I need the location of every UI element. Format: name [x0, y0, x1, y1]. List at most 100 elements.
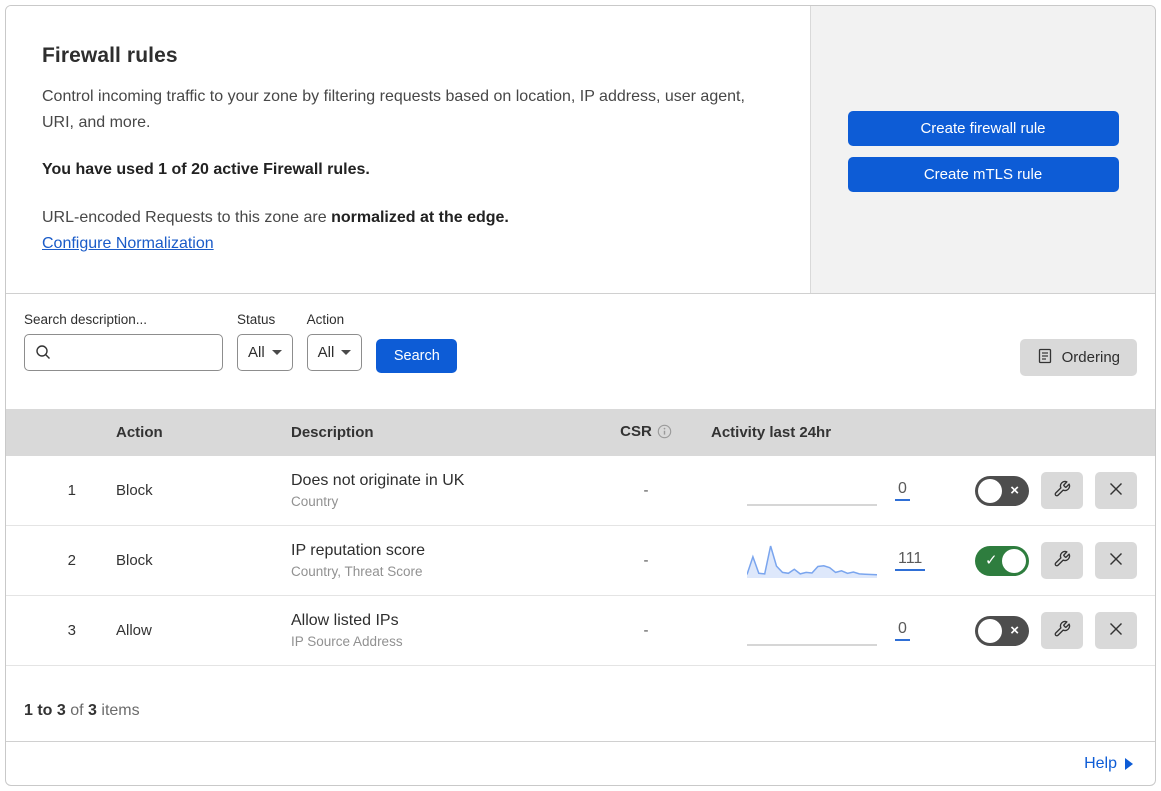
column-header-description: Description: [291, 424, 374, 441]
delete-rule-button[interactable]: [1095, 542, 1137, 579]
rule-priority: 2: [67, 552, 76, 569]
page-title: Firewall rules: [42, 44, 178, 67]
header-actions-panel: Create firewall rule Create mTLS rule: [810, 6, 1155, 293]
close-icon: [1108, 551, 1124, 570]
rule-csr-cell: -: [591, 552, 701, 570]
column-header-csr: CSR: [591, 423, 701, 443]
wrench-icon: [1053, 480, 1071, 501]
table-row: 3 Allow Allow listed IPs IP Source Addre…: [6, 596, 1155, 666]
rule-controls: × ✓: [945, 542, 1155, 579]
toggle-knob: [978, 618, 1002, 643]
rule-description-cell: Allow listed IPs IP Source Address: [271, 609, 591, 651]
header-section: Firewall rules Control incoming traffic …: [6, 6, 1155, 294]
rule-activity-cell: 0: [701, 472, 945, 510]
configure-normalization-link[interactable]: Configure Normalization: [42, 235, 214, 253]
search-group: Search description...: [24, 312, 223, 371]
pagination-summary: 1 to 3 of 3 items: [6, 666, 1155, 742]
status-filter-group: Status All: [237, 312, 293, 371]
normalization-bold: normalized at the edge.: [331, 208, 509, 226]
activity-count-link[interactable]: 111: [895, 550, 926, 571]
rule-csr-cell: -: [591, 622, 701, 640]
normalization-note: URL-encoded Requests to this zone are no…: [42, 209, 770, 227]
usage-summary: You have used 1 of 20 active Firewall ru…: [42, 160, 370, 178]
table-header-row: Action Description CSR Activity last 24h…: [6, 409, 1155, 456]
rule-action: Block: [116, 552, 153, 569]
ordering-list-icon: [1037, 348, 1053, 368]
activity-count-link[interactable]: 0: [895, 480, 910, 501]
action-dropdown[interactable]: All: [306, 334, 363, 371]
search-input[interactable]: [24, 334, 223, 371]
search-button[interactable]: Search: [376, 339, 458, 373]
help-label: Help: [1084, 754, 1117, 772]
delete-rule-button[interactable]: [1095, 472, 1137, 509]
status-label: Status: [237, 312, 276, 327]
rule-activity-cell: 111: [701, 542, 945, 580]
delete-rule-button[interactable]: [1095, 612, 1137, 649]
pagination-of: of: [65, 701, 89, 719]
pagination-range: 1 to 3: [24, 701, 66, 719]
firewall-rules-card: Firewall rules Control incoming traffic …: [5, 5, 1156, 786]
rule-activity-cell: 0: [701, 612, 945, 650]
toggle-on-icon: ✓: [985, 551, 998, 569]
search-icon: [35, 344, 51, 365]
status-dropdown-value: All: [248, 344, 265, 361]
action-dropdown-value: All: [317, 344, 335, 361]
info-icon[interactable]: [657, 424, 672, 443]
rule-criteria: Country, Threat Score: [291, 563, 423, 579]
rule-action: Block: [116, 482, 153, 499]
toggle-knob: [978, 478, 1002, 503]
rule-description: Allow listed IPs: [291, 612, 399, 630]
rule-priority: 3: [67, 622, 76, 639]
column-header-activity: Activity last 24hr: [711, 424, 832, 441]
rule-action: Allow: [116, 622, 152, 639]
status-dropdown[interactable]: All: [237, 334, 293, 371]
rule-priority: 1: [67, 482, 76, 499]
rule-description: IP reputation score: [291, 542, 426, 560]
csr-value: -: [643, 551, 649, 569]
create-firewall-rule-button[interactable]: Create firewall rule: [847, 111, 1119, 146]
edit-rule-button[interactable]: [1041, 542, 1083, 579]
create-mtls-rule-button[interactable]: Create mTLS rule: [847, 157, 1119, 192]
csr-header-label: CSR: [620, 422, 652, 440]
rule-controls: × ✓: [945, 472, 1155, 509]
close-icon: [1108, 481, 1124, 500]
action-filter-group: Action All: [306, 312, 363, 371]
edit-rule-button[interactable]: [1041, 612, 1083, 649]
table-row: 1 Block Does not originate in UK Country…: [6, 456, 1155, 526]
help-link[interactable]: Help: [1084, 755, 1133, 773]
toggle-off-icon: ×: [1010, 621, 1019, 639]
rule-criteria: IP Source Address: [291, 633, 403, 649]
rule-controls: × ✓: [945, 612, 1155, 649]
toggle-knob: [1002, 548, 1026, 573]
normalization-prefix: URL-encoded Requests to this zone are: [42, 208, 332, 226]
ordering-button[interactable]: Ordering: [1019, 339, 1137, 376]
toggle-off-icon: ×: [1010, 481, 1019, 499]
arrow-right-icon: [1125, 757, 1133, 770]
chevron-down-icon: [271, 350, 282, 355]
search-label: Search description...: [24, 312, 148, 327]
rule-criteria: Country: [291, 493, 339, 509]
wrench-icon: [1053, 620, 1071, 641]
rule-description-cell: IP reputation score Country, Threat Scor…: [271, 539, 591, 581]
edit-rule-button[interactable]: [1041, 472, 1083, 509]
action-label: Action: [306, 312, 345, 327]
rule-description-cell: Does not originate in UK Country: [271, 469, 591, 511]
close-icon: [1108, 621, 1124, 640]
csr-value: -: [643, 621, 649, 639]
rule-enabled-toggle[interactable]: × ✓: [975, 615, 1029, 646]
rule-csr-cell: -: [591, 482, 701, 500]
filter-bar: Search description... Status All Action …: [6, 294, 1155, 409]
search-box: [24, 334, 223, 371]
chevron-down-icon: [341, 350, 352, 355]
rule-enabled-toggle[interactable]: × ✓: [975, 545, 1029, 576]
column-header-action: Action: [116, 424, 163, 441]
rule-enabled-toggle[interactable]: × ✓: [975, 475, 1029, 506]
help-row: Help: [6, 742, 1155, 785]
activity-sparkline: [747, 612, 877, 650]
table-row: 2 Block IP reputation score Country, Thr…: [6, 526, 1155, 596]
activity-count-link[interactable]: 0: [895, 620, 910, 641]
activity-sparkline: [747, 472, 877, 510]
page-description: Control incoming traffic to your zone by…: [42, 88, 745, 132]
ordering-button-label: Ordering: [1061, 349, 1120, 366]
rule-description: Does not originate in UK: [291, 472, 465, 490]
